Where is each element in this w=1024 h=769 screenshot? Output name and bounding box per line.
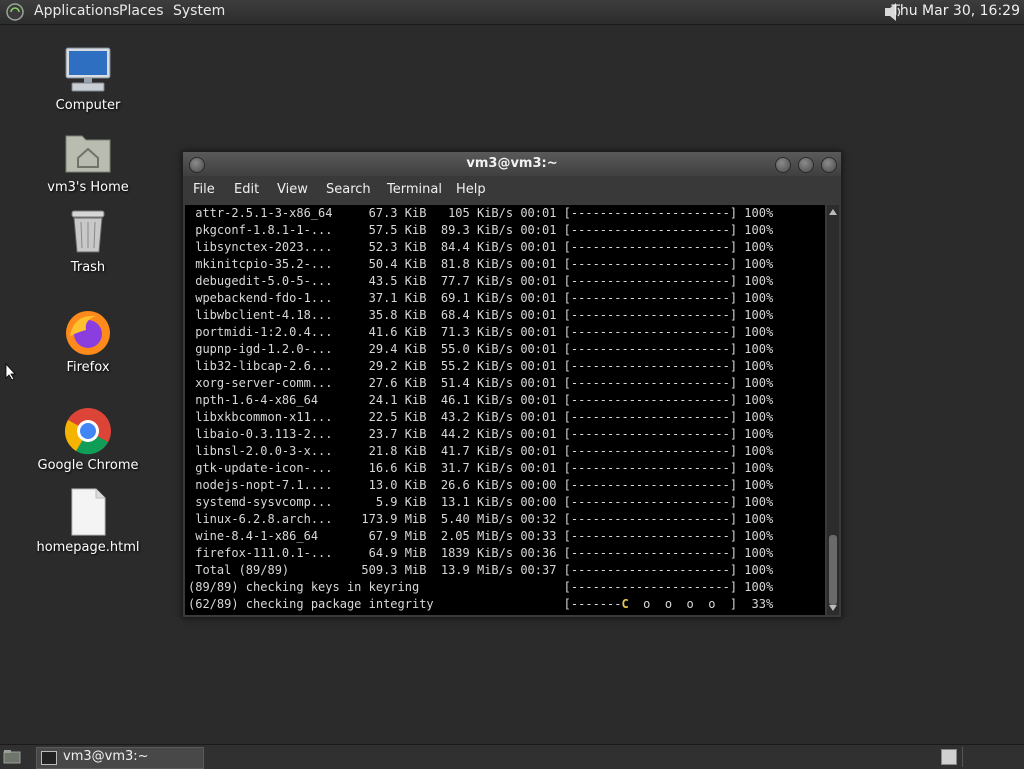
terminal-line: pkgconf-1.8.1-1-... 57.5 KiB 89.3 KiB/s … bbox=[188, 223, 774, 237]
terminal-line: npth-1.6-4-x86_64 24.1 KiB 46.1 KiB/s 00… bbox=[188, 393, 774, 407]
menu-terminal[interactable]: Terminal bbox=[387, 182, 442, 197]
terminal-line: lib32-libcap-2.6... 29.2 KiB 55.2 KiB/s … bbox=[188, 359, 774, 373]
terminal-line: libnsl-2.0.0-3-x... 21.8 KiB 41.7 KiB/s … bbox=[188, 444, 774, 458]
scrollbar-thumb[interactable] bbox=[829, 535, 837, 605]
desktop-icon-firefox[interactable]: Firefox bbox=[33, 308, 143, 375]
window-title: vm3@vm3:~ bbox=[466, 156, 558, 171]
mouse-cursor-icon bbox=[5, 363, 16, 381]
desktop-icon-label: homepage.html bbox=[36, 540, 140, 555]
scroll-up-arrow-icon[interactable] bbox=[827, 207, 839, 217]
desktop-icon-homepage[interactable]: homepage.html bbox=[33, 488, 143, 555]
progress-prefix: (62/89) checking package integrity [----… bbox=[188, 597, 622, 611]
terminal-line: libaio-0.3.113-2... 23.7 KiB 44.2 KiB/s … bbox=[188, 427, 774, 441]
progress-suffix: o o o o ] 33% bbox=[628, 597, 774, 611]
terminal-scrollbar[interactable] bbox=[827, 205, 839, 615]
pacman-progress-glyph: C bbox=[621, 597, 629, 611]
terminal-line: (89/89) checking keys in keyring [------… bbox=[188, 580, 774, 594]
minimize-button[interactable] bbox=[775, 157, 791, 173]
show-desktop-icon[interactable] bbox=[2, 748, 22, 766]
terminal-line: firefox-111.0.1-... 64.9 MiB 1839 KiB/s … bbox=[188, 546, 774, 560]
desktop-icon-label: Trash bbox=[70, 260, 106, 275]
desktop-icon-computer[interactable]: Computer bbox=[33, 46, 143, 113]
desktop-icon-label: vm3's Home bbox=[47, 180, 129, 195]
menu-view[interactable]: View bbox=[277, 182, 308, 197]
menu-search[interactable]: Search bbox=[326, 182, 371, 197]
terminal-line: xorg-server-comm... 27.6 KiB 51.4 KiB/s … bbox=[188, 376, 774, 390]
trash-icon bbox=[71, 210, 105, 253]
file-icon bbox=[71, 488, 106, 536]
terminal-line: linux-6.2.8.arch... 173.9 MiB 5.40 MiB/s… bbox=[188, 512, 774, 526]
top-panel: Applications Places System Thu Mar 30, 1… bbox=[0, 0, 1024, 25]
terminal-lines: attr-2.5.1-3-x86_64 67.3 KiB 105 KiB/s 0… bbox=[188, 205, 773, 613]
places-menu[interactable]: Places bbox=[119, 3, 164, 19]
system-menu[interactable]: System bbox=[173, 3, 225, 19]
terminal-line: mkinitcpio-35.2-... 50.4 KiB 81.8 KiB/s … bbox=[188, 257, 774, 271]
scroll-down-arrow-icon[interactable] bbox=[827, 603, 839, 613]
terminal-window: vm3@vm3:~ File Edit View Search Terminal… bbox=[182, 151, 842, 618]
computer-icon bbox=[65, 47, 111, 92]
desktop-icon-trash[interactable]: Trash bbox=[33, 208, 143, 275]
desktop-icon-home[interactable]: vm3's Home bbox=[33, 128, 143, 195]
terminal-line: libxkbcommon-x11... 22.5 KiB 43.2 KiB/s … bbox=[188, 410, 774, 424]
workspace-switcher-1[interactable] bbox=[941, 749, 957, 765]
terminal-line: debugedit-5.0-5-... 43.5 KiB 77.7 KiB/s … bbox=[188, 274, 774, 288]
terminal-line: gtk-update-icon-... 16.6 KiB 31.7 KiB/s … bbox=[188, 461, 774, 475]
terminal-line: libwbclient-4.18... 35.8 KiB 68.4 KiB/s … bbox=[188, 308, 774, 322]
terminal-line: attr-2.5.1-3-x86_64 67.3 KiB 105 KiB/s 0… bbox=[188, 206, 774, 220]
clock[interactable]: Thu Mar 30, 16:29 bbox=[891, 3, 1020, 19]
close-button[interactable] bbox=[821, 157, 837, 173]
distro-logo-icon[interactable] bbox=[6, 3, 24, 21]
bottom-panel: vm3@vm3:~ bbox=[0, 744, 1024, 769]
taskbar-label: vm3@vm3:~ bbox=[63, 749, 149, 764]
menu-edit[interactable]: Edit bbox=[234, 182, 259, 197]
terminal-line: wpebackend-fdo-1... 37.1 KiB 69.1 KiB/s … bbox=[188, 291, 774, 305]
terminal-line: Total (89/89) 509.3 MiB 13.9 MiB/s 00:37… bbox=[188, 563, 774, 577]
desktop-icon-label: Google Chrome bbox=[37, 458, 139, 473]
terminal-line: nodejs-nopt-7.1.... 13.0 KiB 26.6 KiB/s … bbox=[188, 478, 774, 492]
window-titlebar[interactable]: vm3@vm3:~ bbox=[183, 152, 841, 176]
firefox-icon bbox=[66, 311, 110, 355]
terminal-line: wine-8.4-1-x86_64 67.9 MiB 2.05 MiB/s 00… bbox=[188, 529, 774, 543]
terminal-line: portmidi-1:2.0.4... 41.6 KiB 71.3 KiB/s … bbox=[188, 325, 774, 339]
maximize-button[interactable] bbox=[798, 157, 814, 173]
terminal-line: gupnp-igd-1.2.0-... 29.4 KiB 55.0 KiB/s … bbox=[188, 342, 774, 356]
taskbar-terminal-button[interactable]: vm3@vm3:~ bbox=[36, 747, 204, 769]
desktop-icon-label: Computer bbox=[55, 98, 121, 113]
terminal-line-current: (62/89) checking package integrity [----… bbox=[188, 596, 773, 613]
window-menu-button[interactable] bbox=[189, 157, 205, 173]
workspace-switcher-2[interactable] bbox=[962, 747, 1023, 767]
menu-file[interactable]: File bbox=[193, 182, 215, 197]
terminal-menubar: File Edit View Search Terminal Help bbox=[183, 176, 841, 204]
terminal-line: systemd-sysvcomp... 5.9 KiB 13.1 KiB/s 0… bbox=[188, 495, 774, 509]
menu-help[interactable]: Help bbox=[456, 182, 486, 197]
applications-menu[interactable]: Applications bbox=[34, 3, 120, 19]
desktop-icon-label: Firefox bbox=[66, 360, 110, 375]
chrome-icon bbox=[64, 408, 111, 455]
terminal-line: libsynctex-2023.... 52.3 KiB 84.4 KiB/s … bbox=[188, 240, 774, 254]
terminal-output[interactable]: attr-2.5.1-3-x86_64 67.3 KiB 105 KiB/s 0… bbox=[185, 205, 825, 615]
home-folder-icon bbox=[65, 135, 111, 173]
terminal-icon bbox=[41, 751, 57, 765]
desktop-icon-chrome[interactable]: Google Chrome bbox=[33, 406, 143, 473]
